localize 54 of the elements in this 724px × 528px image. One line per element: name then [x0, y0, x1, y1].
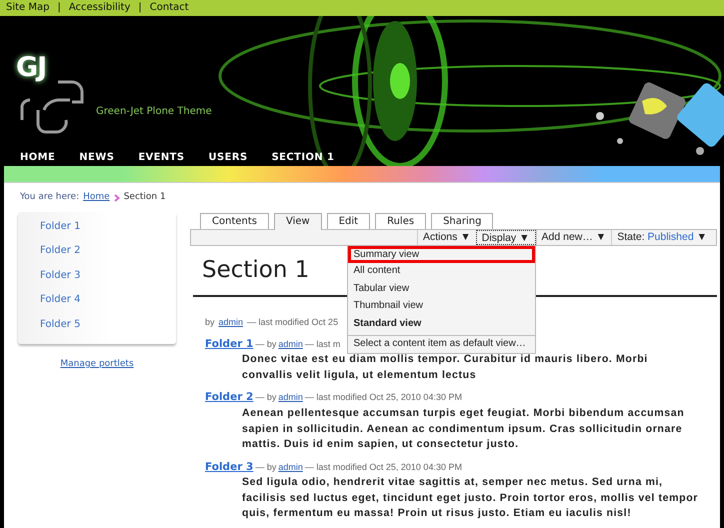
- menu-item[interactable]: Thumbnail view: [348, 298, 534, 316]
- byline-text: — by: [255, 391, 276, 404]
- nav-tab[interactable]: EVENTS: [138, 150, 185, 165]
- top-link[interactable]: Site Map: [6, 0, 50, 16]
- tab[interactable]: Edit: [326, 212, 370, 228]
- page-title: Section 1: [202, 256, 310, 284]
- separator: |: [57, 1, 61, 15]
- tagline: Green-Jet Plone Theme: [96, 105, 212, 119]
- top-link[interactable]: Accessibility: [68, 0, 130, 16]
- breadcrumb-label: You are here:: [20, 191, 80, 204]
- menu-item[interactable]: Tabular view: [348, 280, 534, 298]
- tab[interactable]: Contents: [200, 212, 269, 228]
- nav-tab[interactable]: NEWS: [79, 150, 114, 165]
- entry-title-link[interactable]: Folder 2: [205, 390, 254, 406]
- logo[interactable]: GJ: [16, 54, 46, 81]
- byline-text: — by: [255, 338, 276, 351]
- menu-item[interactable]: All content: [348, 263, 534, 280]
- tab[interactable]: View: [274, 212, 322, 230]
- entry-title-link[interactable]: Folder 3: [205, 460, 254, 476]
- portlet-link[interactable]: Folder 3: [18, 264, 176, 289]
- byline-text: — last modified Oct 25, 2010 04:30 PM: [304, 391, 462, 404]
- portlet-link[interactable]: Folder 1: [18, 216, 176, 240]
- chevron-icon: [114, 194, 120, 202]
- byline-text: — by: [255, 460, 276, 474]
- separator: |: [138, 1, 142, 15]
- menu-item[interactable]: Select a content item as default view…: [348, 335, 534, 352]
- tab[interactable]: Sharing: [431, 212, 494, 228]
- toolbar-menu[interactable]: State: Published ▼: [611, 230, 712, 244]
- menu-item[interactable]: Standard view: [348, 316, 534, 333]
- entry-description: Aenean pellentesque accumsan turpis eget feugiat. Morbi bibendum accumsan sapien in sollicitudin. Aenean ac condimentum ipsum. Cras sollicitudin ornare mattis. Duis id enim sapien, ut consectetur justo.: [242, 406, 686, 452]
- author-link[interactable]: admin: [278, 391, 303, 405]
- byline-text: — last modified Oct 25, 2010 04:30 PM: [304, 460, 462, 474]
- entry-description: Donec vitae est eu diam mollis tempor. Curabitur id mauris libero. Morbi convallis velit ligula, ut elementum lectus: [242, 352, 649, 383]
- portlet-link[interactable]: Folder 4: [18, 289, 176, 314]
- toolbar-menu[interactable]: Add new… ▼: [536, 230, 612, 244]
- entry-description: Sed ligula odio, hendrerit vitae sagittis at, semper nec metus. Sed urna mi, facilisis sed luctus eget, tincidunt eget justo. Proin tortor eros, mollis vel tempor quis, fermentum eu massa! Proin ut risus justo. Etiam eu iaculis nisl!: [242, 475, 699, 522]
- byline-text: — last m: [304, 338, 340, 351]
- byline-text: — last modified Oct 25: [247, 316, 338, 330]
- nav-tab[interactable]: HOME: [20, 150, 56, 165]
- author-link[interactable]: admin: [278, 460, 303, 474]
- breadcrumb-link[interactable]: Home: [83, 191, 110, 204]
- author-link[interactable]: admin: [278, 338, 303, 352]
- portlet-link[interactable]: Folder 5: [18, 314, 176, 338]
- entry-title-link[interactable]: Folder 1: [205, 336, 254, 352]
- menu-item[interactable]: Summary view: [348, 246, 534, 263]
- byline-text: by: [205, 316, 215, 330]
- portlet-link[interactable]: Folder 2: [18, 240, 176, 264]
- manage-portlets-link[interactable]: Manage portlets: [60, 358, 134, 372]
- breadcrumb-current: Section 1: [124, 191, 166, 204]
- top-link[interactable]: Contact: [150, 0, 189, 16]
- tab[interactable]: Rules: [375, 212, 426, 228]
- nav-tab[interactable]: SECTION 1: [272, 150, 334, 165]
- nav-tab[interactable]: USERS: [208, 150, 248, 165]
- author-link[interactable]: admin: [218, 316, 244, 330]
